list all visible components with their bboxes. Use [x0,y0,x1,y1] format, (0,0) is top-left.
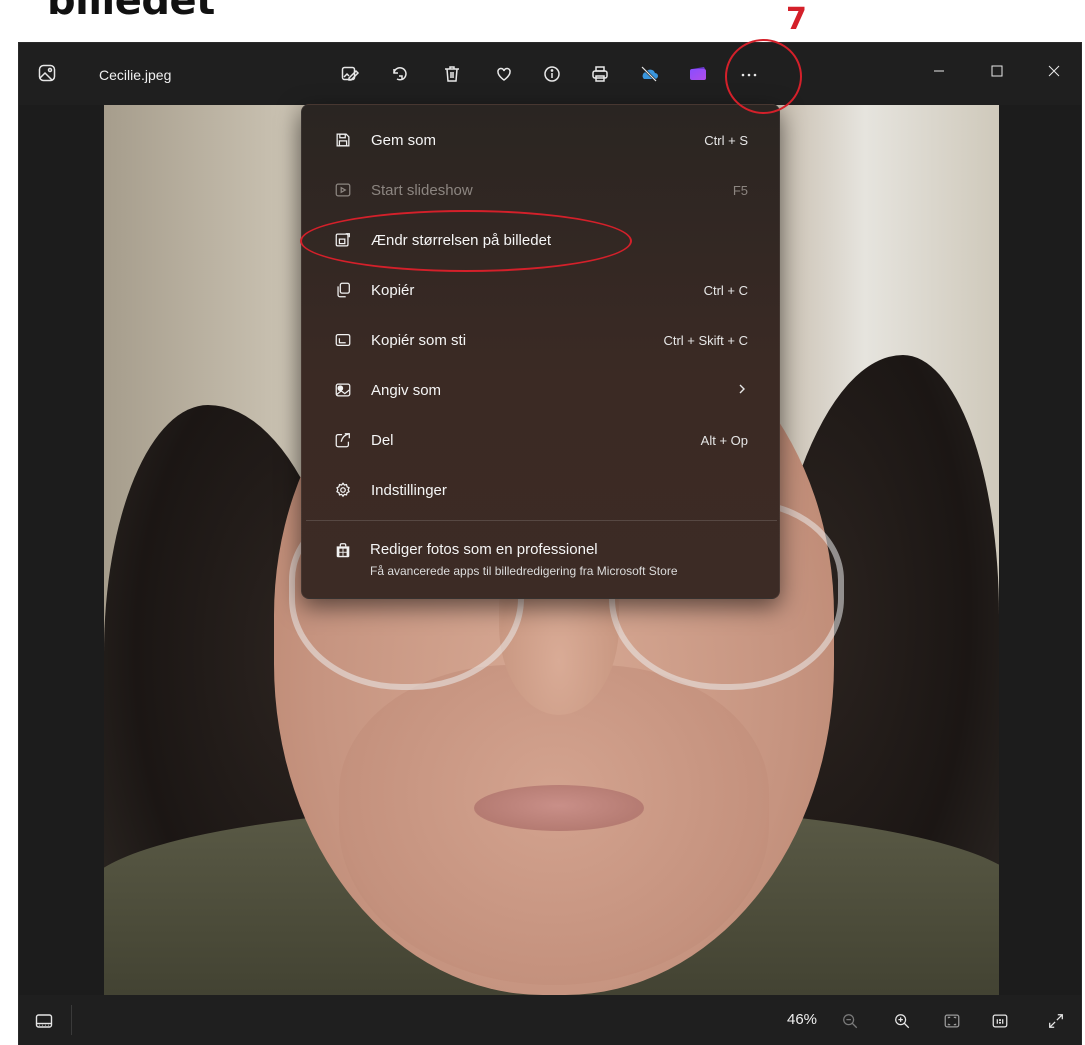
microsoft-store-icon [334,541,354,561]
filmstrip-icon[interactable] [33,1010,55,1032]
menu-item-start-slideshow: Start slideshow F5 [306,169,777,213]
menu-item-set-as[interactable]: Angiv som [306,369,777,413]
menu-item-shortcut: Alt + Op [700,433,748,448]
photos-app-icon [37,63,57,83]
info-icon[interactable] [537,59,567,89]
zoom-level: 46% [787,1011,818,1028]
menu-item-label: Kopiér [371,282,415,299]
settings-icon [334,481,354,501]
tutorial-heading: billedet [47,0,215,24]
photo-lips [474,785,644,831]
delete-icon[interactable] [437,59,467,89]
zoom-out-icon[interactable] [839,1010,861,1032]
menu-item-settings[interactable]: Indstillinger [306,469,777,513]
fullscreen-icon[interactable] [1045,1010,1067,1032]
menu-item-label: Angiv som [371,382,442,399]
title-bar: Cecilie.jpeg [19,43,1081,105]
clipchamp-icon[interactable] [683,59,713,89]
chevron-right-icon [736,383,748,398]
status-bar: 46% [19,995,1081,1045]
zoom-in-icon[interactable] [891,1010,913,1032]
save-icon [334,131,354,151]
screenshot-page: billedet 7 Cecilie.jpeg 46% Gem som Ctrl… [0,0,1085,1045]
store-promo-subtitle: Få avancerede apps til billedredigering … [370,564,678,578]
highlight-circle-resize-item [300,210,632,272]
menu-item-shortcut: Ctrl + Skift + C [663,333,748,348]
menu-item-share[interactable]: Del Alt + Op [306,419,777,463]
menu-item-label: Kopiér som sti [371,332,467,349]
menu-item-copy-as-path[interactable]: Kopiér som sti Ctrl + Skift + C [306,319,777,363]
status-divider [71,1005,72,1035]
menu-item-label: Gem som [371,132,437,149]
menu-item-shortcut: F5 [732,183,748,198]
more-options-menu: Gem som Ctrl + S Start slideshow F5 Ændr… [301,104,780,599]
menu-item-label: Start slideshow [371,182,473,199]
set-as-icon [334,381,354,401]
store-promo-title[interactable]: Rediger fotos som en professionel [370,541,598,558]
share-icon [334,431,354,451]
actual-size-icon[interactable] [989,1010,1011,1032]
rotate-icon[interactable] [385,59,415,89]
maximize-icon[interactable] [974,55,1020,87]
print-icon[interactable] [585,59,615,89]
menu-divider [306,520,777,521]
copy-icon [334,281,354,301]
copy-path-icon [334,331,354,351]
edit-image-icon[interactable] [335,59,365,89]
slideshow-icon [334,181,354,201]
menu-item-label: Del [371,432,394,449]
onedrive-icon[interactable] [634,59,664,89]
step-number: 7 [786,2,807,37]
fit-to-window-icon[interactable] [941,1010,963,1032]
close-icon[interactable] [1031,55,1077,87]
file-name: Cecilie.jpeg [99,67,172,83]
menu-item-label: Indstillinger [371,482,447,499]
menu-item-save-as[interactable]: Gem som Ctrl + S [306,119,777,163]
favorite-icon[interactable] [489,59,519,89]
highlight-circle-more-options [725,39,802,114]
menu-item-shortcut: Ctrl + C [703,283,748,298]
menu-item-copy[interactable]: Kopiér Ctrl + C [306,269,777,313]
minimize-icon[interactable] [916,55,962,87]
menu-item-shortcut: Ctrl + S [704,133,748,148]
